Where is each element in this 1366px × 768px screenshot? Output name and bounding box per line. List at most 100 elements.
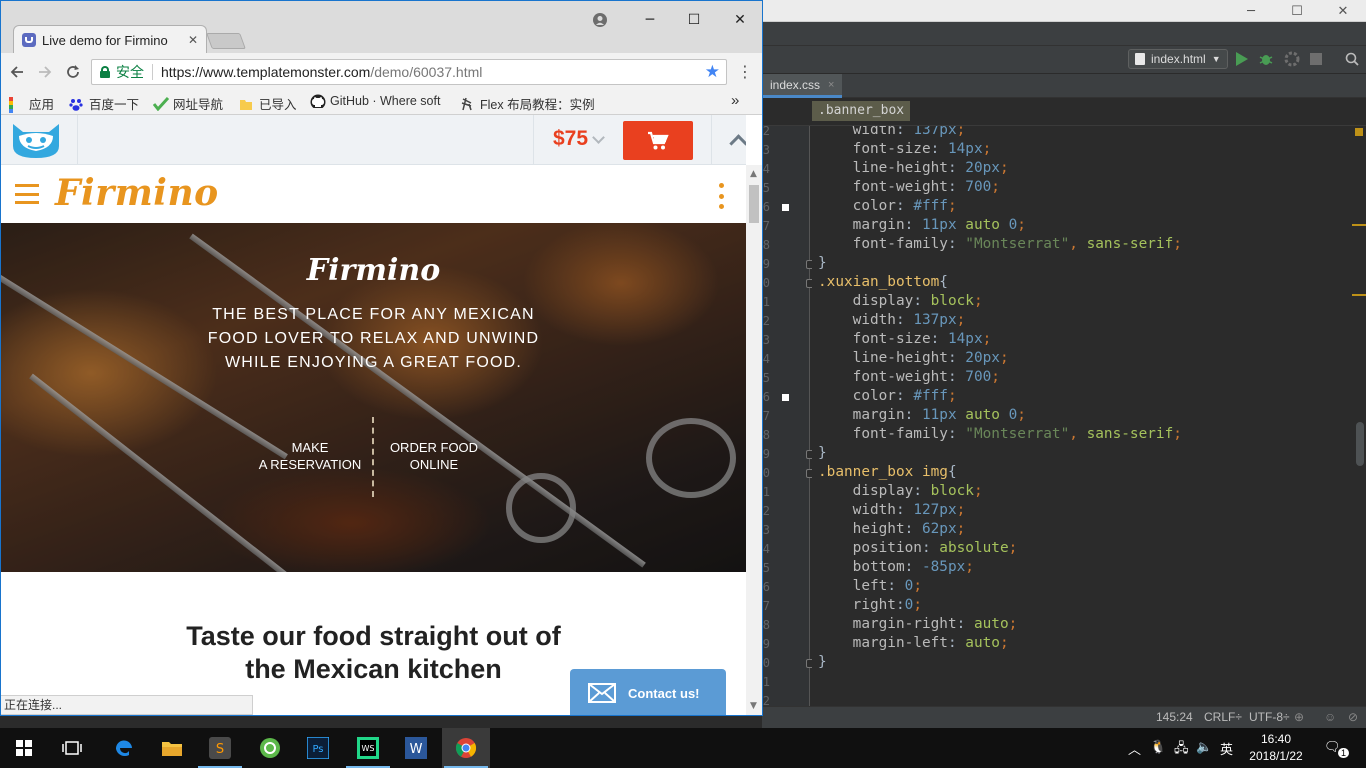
warning-marker[interactable] [1355,128,1363,136]
qq-icon[interactable]: 🐧 [1150,739,1166,755]
page-scrollbar[interactable]: ▲ ▼ [746,165,762,715]
code-line[interactable]: } [818,255,827,274]
taskbar-word[interactable]: W [392,728,440,768]
code-line[interactable]: font-family: "Montserrat", sans-serif; [818,426,1182,445]
lock-icon[interactable]: ⊕ [1294,710,1304,724]
stop-icon[interactable] [1308,51,1324,67]
back-arrow-icon[interactable] [7,62,27,82]
code-line[interactable]: } [818,654,827,673]
code-editor[interactable]: width: 137px; font-size: 14px; line-heig… [812,126,1352,706]
warning-marker[interactable] [1352,294,1366,296]
scroll-down-arrow-icon[interactable]: ▼ [750,701,757,711]
warning-marker[interactable] [1352,224,1366,226]
code-line[interactable]: position: absolute; [818,540,1018,559]
scroll-up-arrow-icon[interactable]: ▲ [750,169,757,179]
code-line[interactable]: font-size: 14px; [818,331,992,350]
breadcrumb[interactable]: .banner_box [812,101,911,121]
page-scrollbar-thumb[interactable] [749,185,759,223]
code-line[interactable]: line-height: 20px; [818,160,1009,179]
forward-arrow-icon[interactable] [35,62,55,82]
caret-position[interactable]: 145:24 [1156,710,1193,724]
code-line[interactable]: margin-right: auto; [818,616,1018,635]
collapse-bar-chevron-up-icon[interactable] [729,134,746,153]
hamburger-menu-icon[interactable] [15,184,39,204]
code-line[interactable]: height: 62px; [818,521,966,540]
code-line[interactable]: line-height: 20px; [818,350,1009,369]
code-line[interactable]: width: 137px; [818,312,966,331]
file-encoding[interactable]: UTF-8÷ [1249,710,1290,724]
chevron-down-icon[interactable] [592,131,605,144]
browser-tab-active[interactable]: Live demo for Firmino ✕ [13,25,207,54]
taskbar-chrome[interactable] [442,728,490,768]
browser-close-button[interactable]: ✕ [717,7,762,33]
code-line[interactable]: margin: 11px auto 0; [818,407,1026,426]
code-line[interactable]: margin-left: auto; [818,635,1009,654]
line-separator[interactable]: CRLF÷ [1204,710,1242,724]
bookmark-github[interactable]: GitHub · Where soft [310,94,450,108]
ide-maximize-button[interactable]: ☐ [1274,0,1320,22]
input-method-indicator[interactable]: 英 [1220,739,1233,758]
bookmark-apps[interactable]: 应用 [9,94,54,113]
lock-icon[interactable] [100,66,110,78]
event-log-icon[interactable]: ⊘ [1348,710,1358,724]
taskbar-file-explorer[interactable] [148,728,196,768]
new-tab-button[interactable] [206,33,246,49]
run-config-select[interactable]: index.html ▼ [1128,49,1228,69]
browser-minimize-button[interactable]: ─ [627,7,673,33]
address-bar[interactable]: 安全 https://www.templatemonster.com/demo/… [91,59,727,85]
volume-icon[interactable]: 🔈 [1196,739,1212,755]
taskbar-sublime[interactable]: S [196,728,244,768]
run-icon[interactable] [1234,51,1250,67]
bookmarks-overflow-button[interactable]: » [731,92,739,109]
taskbar-360-browser[interactable] [246,728,294,768]
close-icon[interactable]: × [828,79,834,91]
taskbar-photoshop[interactable]: Ps [294,728,342,768]
bookmark-flex-tutorial[interactable]: Flex 布局教程：实例 [460,94,600,113]
bookmark-star-icon[interactable]: ★ [705,62,720,82]
code-line[interactable]: font-family: "Montserrat", sans-serif; [818,236,1182,255]
profile-icon[interactable] [1284,51,1300,67]
site-logo[interactable]: Firmino [55,172,219,214]
code-line[interactable]: bottom: -85px; [818,559,974,578]
code-line[interactable]: width: 137px; [818,126,966,141]
taskbar-webstorm[interactable]: WS [344,728,392,768]
bookmark-hao123[interactable]: 网址导航 [153,94,223,113]
bookmark-baidu[interactable]: 百度一下 [69,94,139,113]
code-line[interactable]: margin: 11px auto 0; [818,217,1026,236]
code-line[interactable]: .xuxian_bottom{ [818,274,948,293]
contact-us-button[interactable]: Contact us! [570,669,726,715]
editor-error-stripe[interactable] [1352,126,1366,706]
task-view-button[interactable] [48,728,96,768]
templatemonster-logo-icon[interactable] [9,120,63,160]
code-line[interactable]: display: block; [818,293,983,312]
code-line[interactable]: .banner_box img{ [818,464,957,483]
code-line[interactable]: color: #fff; [818,388,957,407]
code-line[interactable]: left: 0; [818,578,922,597]
code-line[interactable]: font-weight: 700; [818,369,1000,388]
code-line[interactable]: right:0; [818,597,922,616]
search-everywhere-icon[interactable] [1344,51,1360,67]
debug-icon[interactable] [1258,51,1274,67]
browser-maximize-button[interactable]: ☐ [671,7,717,33]
hector-icon[interactable]: ☺ [1324,710,1336,724]
close-icon[interactable]: ✕ [188,33,198,47]
editor-scrollbar-thumb[interactable] [1356,422,1364,466]
code-line[interactable]: display: block; [818,483,983,502]
system-clock[interactable]: 16:40 2018/1/22 [1246,731,1306,765]
ide-minimize-button[interactable]: ─ [1228,0,1274,22]
template-price[interactable]: $75 [553,127,588,151]
code-line[interactable]: } [818,445,827,464]
reload-icon[interactable] [63,62,83,82]
network-icon[interactable]: 🖧 [1174,739,1189,761]
taskbar-edge[interactable] [100,728,148,768]
tray-overflow-chevron-icon[interactable]: ︿ [1128,739,1141,758]
ide-close-button[interactable]: ✕ [1320,0,1366,22]
more-options-icon[interactable] [719,183,724,209]
chrome-menu-icon[interactable]: ⋮ [737,62,753,81]
code-line[interactable]: width: 127px; [818,502,966,521]
user-profile-icon[interactable] [577,7,623,33]
code-line[interactable]: color: #fff; [818,198,957,217]
gutter-marker[interactable] [782,204,789,211]
gutter-marker[interactable] [782,394,789,401]
start-button[interactable] [0,728,48,768]
